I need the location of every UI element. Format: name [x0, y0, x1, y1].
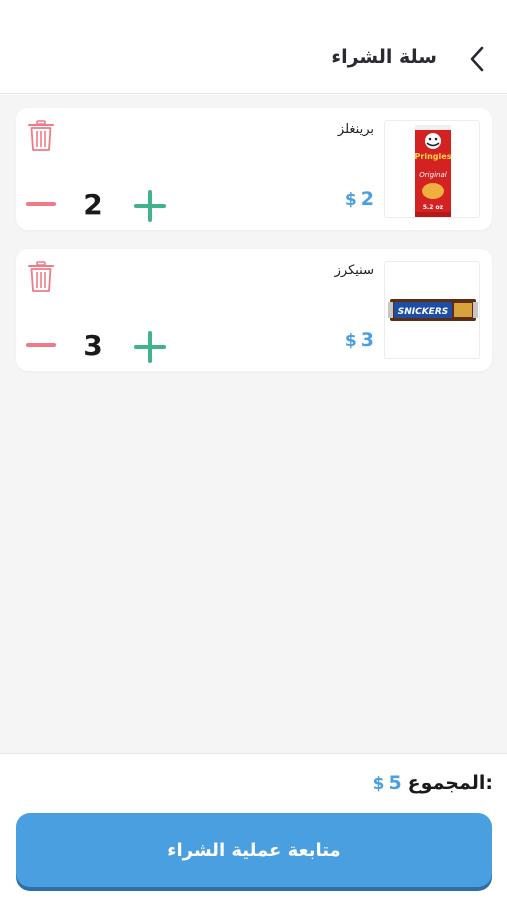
- total-amount: $5: [372, 772, 402, 794]
- product-name: سنيكرز: [334, 263, 374, 278]
- increase-quantity-button[interactable]: [133, 330, 167, 364]
- trash-icon: [28, 120, 54, 151]
- decrease-quantity-button[interactable]: [24, 193, 58, 215]
- page-title: سلة الشراء: [331, 46, 437, 68]
- svg-text:Pringles: Pringles: [415, 152, 452, 161]
- product-name: برينغلز: [337, 122, 374, 137]
- cart-item: Pringles Original 5.2 oz برينغلز $2 2: [16, 108, 492, 230]
- product-price: $3: [344, 329, 374, 351]
- decrease-quantity-button[interactable]: [24, 334, 58, 356]
- total-label: المجموع:: [407, 772, 493, 794]
- trash-icon: [28, 261, 54, 292]
- back-button[interactable]: [465, 45, 489, 73]
- cart-item: SNICKERS سنيكرز $3 3: [16, 249, 492, 371]
- product-price: $2: [344, 188, 374, 210]
- checkout-button[interactable]: متابعة عملية الشراء: [16, 813, 492, 887]
- chevron-left-icon: [470, 46, 484, 72]
- footer: $5 المجموع: متابعة عملية الشراء: [0, 753, 507, 900]
- svg-text:Original: Original: [419, 171, 446, 179]
- svg-text:SNICKERS: SNICKERS: [398, 307, 449, 317]
- quantity-value: 3: [83, 329, 103, 362]
- quantity-value: 2: [83, 188, 103, 221]
- product-image-pringles: Pringles Original 5.2 oz: [384, 120, 480, 218]
- cart-total: $5 المجموع:: [373, 772, 493, 794]
- product-image-snickers: SNICKERS: [384, 261, 480, 359]
- increase-quantity-button[interactable]: [133, 189, 167, 223]
- cart-list: Pringles Original 5.2 oz برينغلز $2 2 SN…: [0, 95, 507, 753]
- delete-button[interactable]: [28, 120, 54, 152]
- header: سلة الشراء: [0, 0, 507, 94]
- svg-text:5.2 oz: 5.2 oz: [423, 204, 444, 211]
- delete-button[interactable]: [28, 261, 54, 293]
